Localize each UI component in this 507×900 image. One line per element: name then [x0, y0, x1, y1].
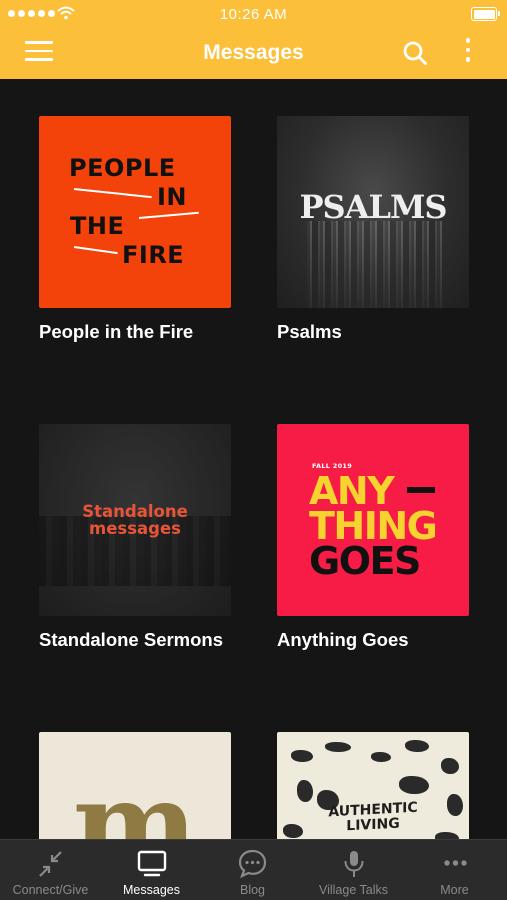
tab-more[interactable]: More	[404, 840, 505, 900]
series-card-people-in-the-fire[interactable]: PEOPLE IN THE FIRE People in the Fire	[39, 116, 231, 343]
tab-connect-give[interactable]: Connect/Give	[0, 840, 101, 900]
series-grid: PEOPLE IN THE FIRE People in the Fire PS…	[0, 79, 507, 840]
artwork-illustration	[447, 794, 463, 816]
artwork-text: m	[72, 755, 198, 841]
artwork-illustration	[291, 750, 313, 762]
microphone-icon	[344, 851, 364, 877]
tab-label: Village Talks	[318, 883, 389, 897]
artwork-illustration	[297, 780, 313, 802]
search-icon[interactable]	[402, 40, 428, 66]
artwork-illustration	[399, 776, 429, 794]
artwork-illustration	[371, 752, 391, 762]
status-time: 10:26 AM	[219, 6, 288, 23]
artwork-text: IN	[157, 183, 188, 211]
chat-bubble-icon	[238, 849, 267, 879]
series-artwork: m	[39, 732, 231, 840]
artwork-text: PEOPLE	[69, 154, 176, 182]
series-card-psalms[interactable]: PSALMS Psalms	[277, 116, 469, 343]
tab-label: More	[440, 883, 469, 897]
artwork-text: GOES	[309, 539, 421, 583]
ellipsis-icon	[444, 860, 467, 866]
app-header: 10:26 AM Messages	[0, 0, 507, 79]
tab-label: Messages	[123, 883, 180, 897]
artwork-stroke	[73, 246, 118, 255]
series-card-m[interactable]: m	[39, 732, 231, 840]
series-title: Anything Goes	[277, 629, 409, 650]
series-title: Psalms	[277, 321, 342, 342]
artwork-text: FIRE	[122, 241, 185, 269]
series-title: People in the Fire	[39, 321, 194, 342]
series-artwork: Standalone messages	[39, 424, 231, 616]
tab-messages[interactable]: Messages	[101, 840, 202, 900]
tab-label: Blog	[239, 883, 266, 897]
artwork-illustration	[405, 740, 429, 752]
series-card-anything-goes[interactable]: FALL 2019 ANY THING GOES Anything Goes	[277, 424, 469, 651]
tab-bar: Connect/Give Messages Blog Village Talks	[0, 839, 507, 900]
status-bar: 10:26 AM	[0, 0, 507, 28]
artwork-dash	[407, 487, 435, 493]
artwork-text: Standalone messages	[39, 503, 231, 537]
series-card-standalone-sermons[interactable]: Standalone messages Standalone Sermons	[39, 424, 231, 651]
artwork-illustration	[325, 742, 351, 752]
series-artwork: PEOPLE IN THE FIRE	[39, 116, 231, 308]
overflow-menu-icon[interactable]	[458, 38, 478, 68]
tab-label: Connect/Give	[12, 883, 89, 897]
series-artwork: FALL 2019 ANY THING GOES	[277, 424, 469, 616]
series-artwork: AUTHENTIC LIVING	[277, 732, 469, 840]
artwork-text-line: messages	[89, 519, 181, 538]
artwork-text-line: Standalone	[82, 502, 188, 521]
artwork-illustration	[441, 758, 459, 774]
artwork-text: THE	[70, 212, 125, 240]
series-title: Standalone Sermons	[39, 629, 224, 650]
tab-blog[interactable]: Blog	[202, 840, 303, 900]
compress-arrows-icon	[39, 851, 62, 877]
navigation-bar: Messages	[0, 28, 507, 79]
artwork-text: AUTHENTIC LIVING	[317, 800, 429, 836]
series-card-authentic-living[interactable]: AUTHENTIC LIVING	[277, 732, 469, 840]
artwork-stroke	[138, 211, 199, 219]
battery-icon	[471, 7, 500, 21]
series-artwork: PSALMS	[277, 116, 469, 308]
tab-village-talks[interactable]: Village Talks	[303, 840, 404, 900]
monitor-icon	[137, 850, 167, 877]
artwork-texture	[307, 221, 442, 308]
page-title: Messages	[203, 41, 304, 64]
artwork-text: PSALMS	[299, 188, 447, 226]
artwork-stroke	[73, 188, 152, 199]
artwork-illustration	[283, 824, 303, 838]
